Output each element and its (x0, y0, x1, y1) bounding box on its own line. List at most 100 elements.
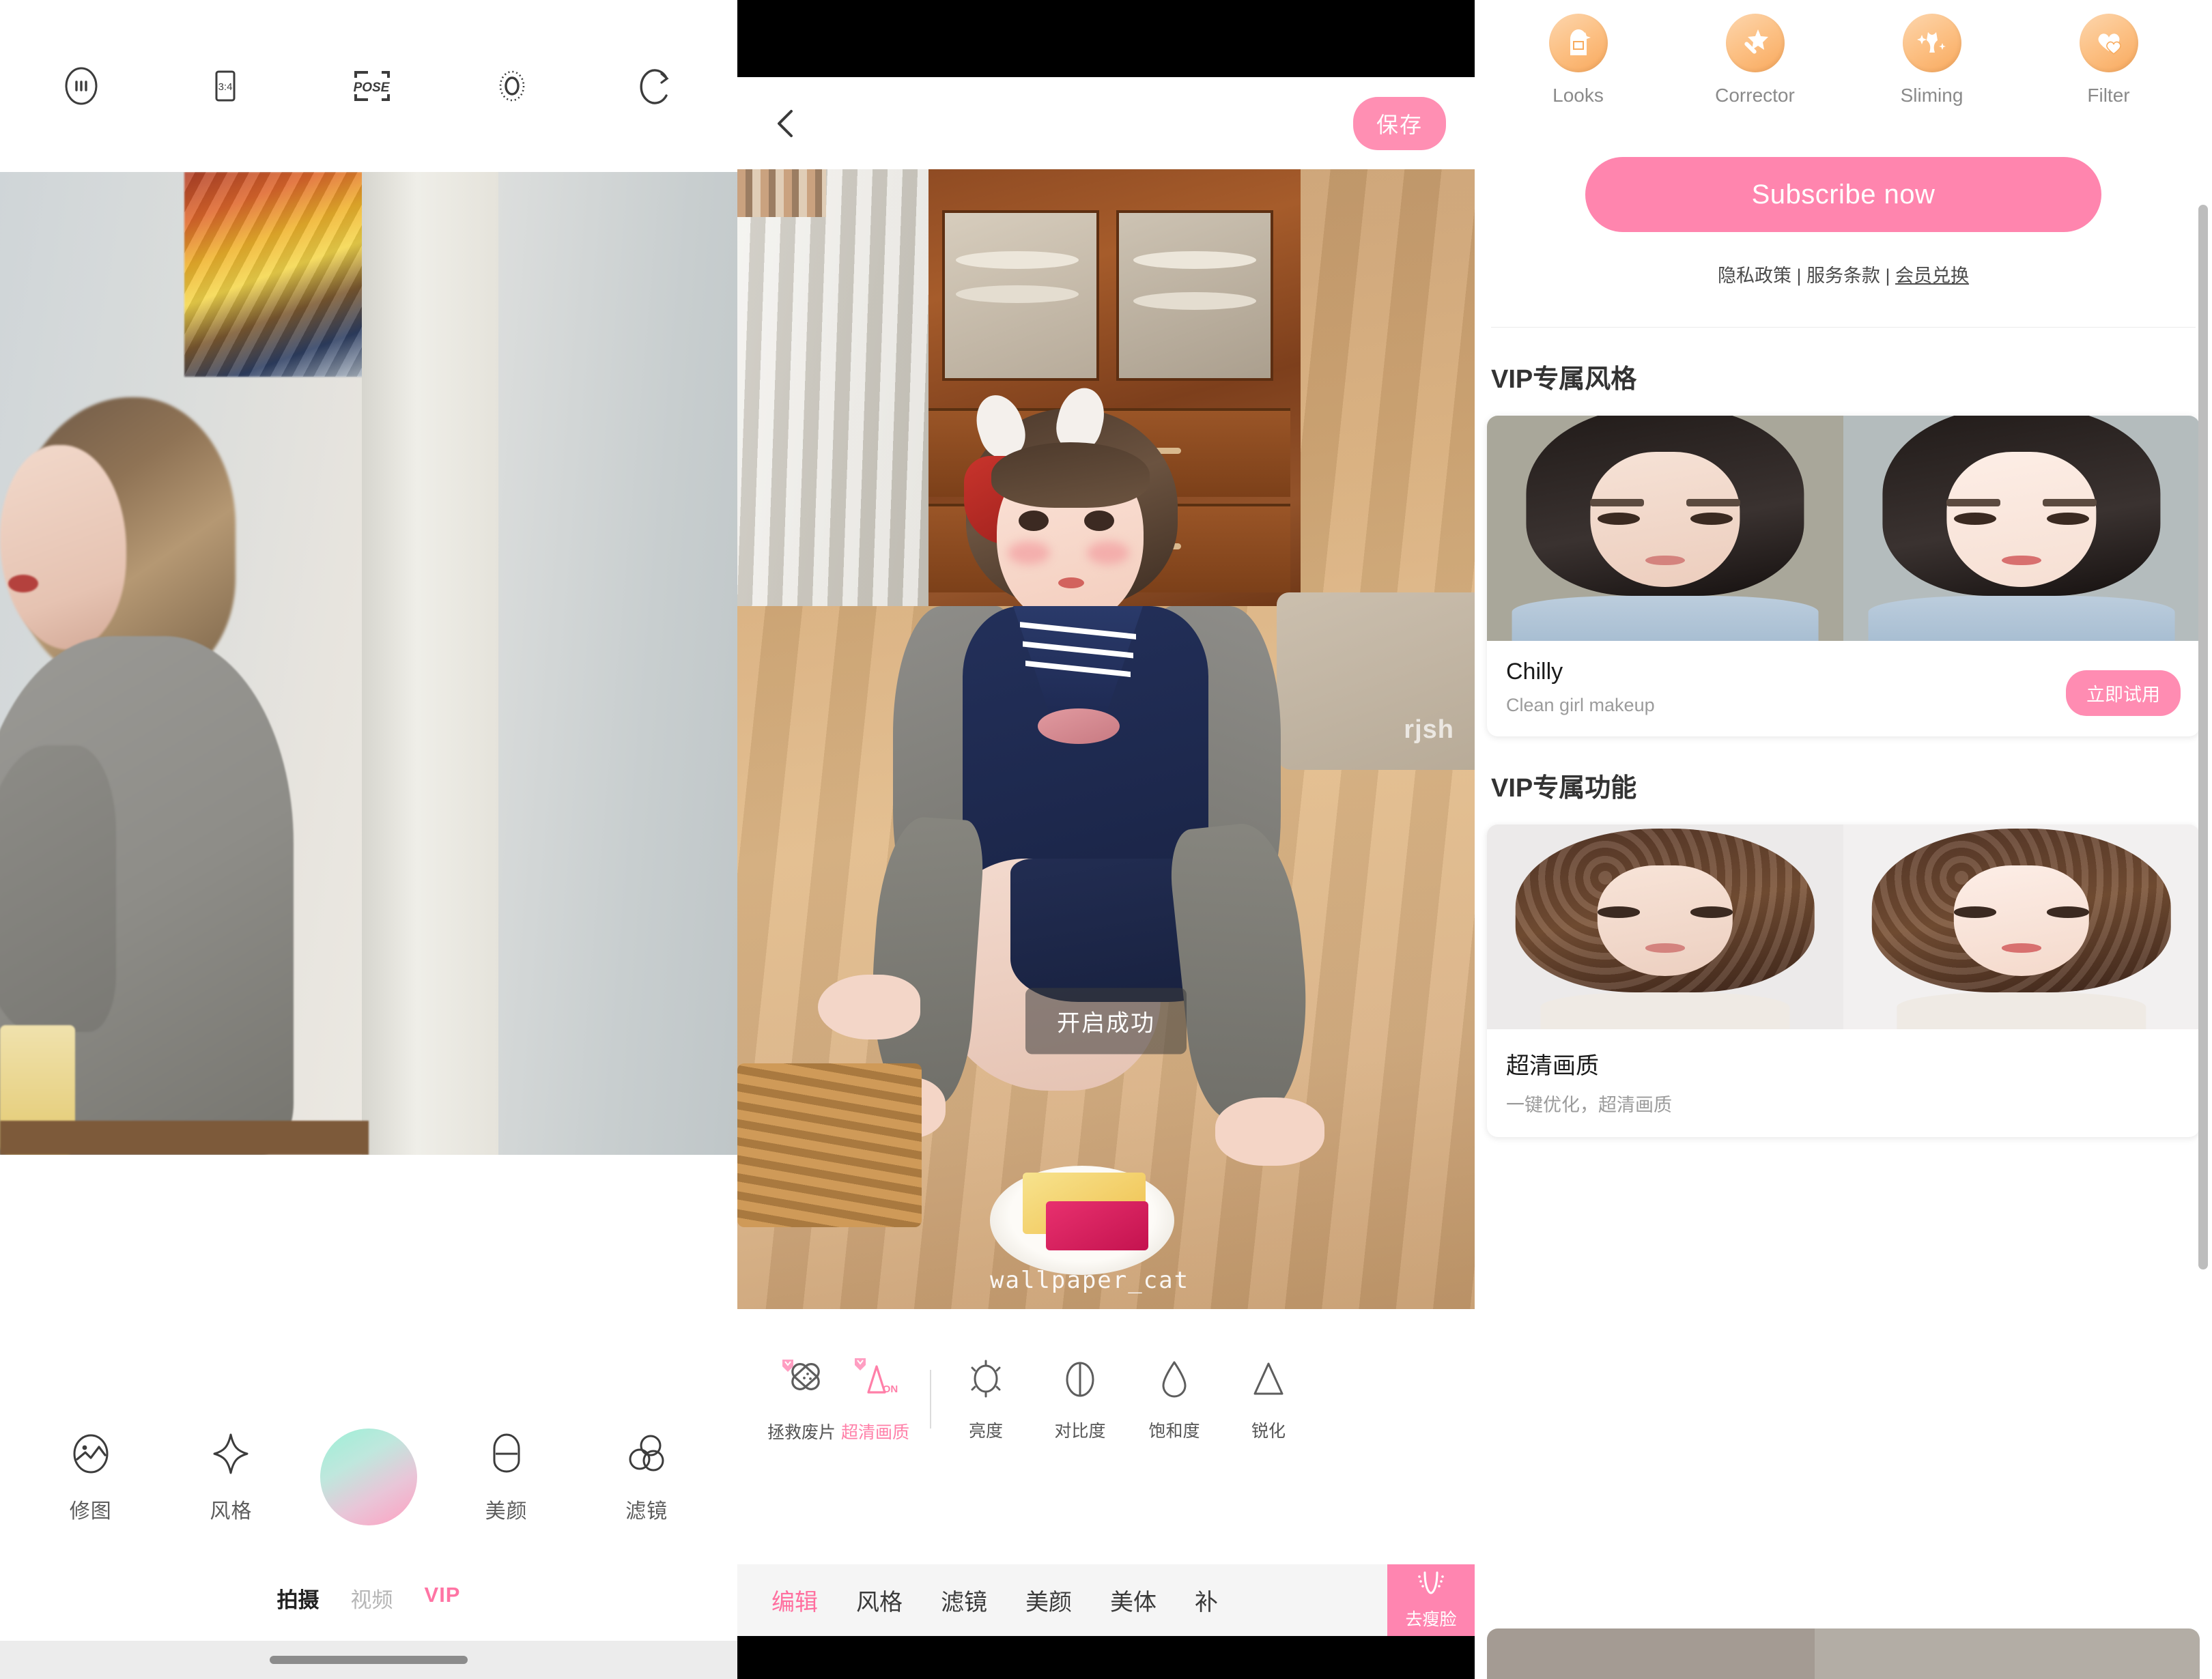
adjust-label: 超清画质 (841, 1419, 909, 1444)
feature-card-subtitle: 一键优化，超清画质 (1506, 1090, 2181, 1117)
hd-on-vip-icon: ON (849, 1355, 901, 1407)
photo-books (737, 169, 826, 217)
adjust-sharpen[interactable]: 锐化 (1232, 1357, 1305, 1442)
filter-strength-icon[interactable] (55, 59, 108, 113)
camera-tool-filter[interactable]: 滤镜 (595, 1431, 698, 1524)
brightness-icon (963, 1357, 1009, 1405)
photo-subject-blush-right (1087, 541, 1129, 564)
screenshot-root: 3:4 POSE (0, 0, 2212, 1679)
flip-camera-icon[interactable] (629, 59, 683, 113)
terms-of-service-link[interactable]: 服务条款 (1806, 266, 1880, 286)
home-indicator[interactable] (270, 1656, 468, 1664)
slim-face-icon (1411, 1570, 1451, 1602)
camera-viewfinder[interactable] (0, 172, 737, 1155)
vip-feature-label: Looks (1552, 85, 1604, 106)
photo-curtain-folds (737, 169, 928, 606)
camera-mode-photo[interactable]: 拍摄 (277, 1583, 320, 1613)
vip-features-section-title: VIP专属功能 (1475, 736, 2212, 804)
editor-photo-canvas[interactable]: rjsh wallpaper_cat 开启成功 (737, 169, 1475, 1309)
photo-watermark-bottom: wallpaper_cat (990, 1267, 1189, 1294)
adjust-saturation[interactable]: 饱和度 (1137, 1357, 1211, 1442)
photo-subject-hand-right (1215, 1097, 1324, 1166)
vip-feature-label: Corrector (1715, 85, 1795, 106)
photo-subject-bangs (991, 442, 1150, 508)
feature-card-body: 超清画质 一键优化，超清画质 (1487, 1029, 2200, 1137)
photo-subject-mouth (1058, 577, 1084, 588)
camera-mode-video[interactable]: 视频 (351, 1583, 393, 1613)
bandage-vip-icon (776, 1355, 827, 1407)
camera-mode-vip[interactable]: VIP (425, 1583, 461, 1613)
editor-bottom-black-bar (737, 1636, 1475, 1679)
beauty-icon (483, 1431, 530, 1480)
photo-subject-eye-left (1019, 511, 1049, 531)
photo-plate (956, 251, 1079, 269)
editor-panel: 保存 (737, 0, 1475, 1679)
tab-filter[interactable]: 滤镜 (941, 1583, 987, 1617)
tab-style[interactable]: 风格 (856, 1583, 903, 1617)
toast-message: 开启成功 (1025, 988, 1187, 1054)
adjust-rescue-photo[interactable]: 拯救废片 (765, 1355, 838, 1444)
photo-wicker-basket (737, 1063, 922, 1227)
svg-text:POSE: POSE (354, 81, 391, 95)
photo-plate (1133, 292, 1256, 310)
camera-tool-retouch[interactable]: 修图 (40, 1431, 142, 1524)
vip-feature-card[interactable]: 超清画质 一键优化，超清画质 (1487, 824, 2200, 1137)
camera-tool-beauty[interactable]: 美颜 (455, 1431, 558, 1524)
save-button[interactable]: 保存 (1353, 97, 1446, 150)
viewfinder-subject-arm (0, 745, 116, 1032)
camera-mode-switcher: 拍摄 视频 VIP (0, 1583, 737, 1613)
photo-plate (956, 285, 1079, 303)
adjust-divider (930, 1370, 931, 1429)
adjust-contrast[interactable]: 对比度 (1043, 1357, 1117, 1442)
feature-after-image (1843, 824, 2200, 1029)
aspect-ratio-icon[interactable]: 3:4 (199, 59, 252, 113)
viewfinder-pillar (362, 172, 498, 1155)
camera-tool-label: 修图 (70, 1494, 112, 1524)
editor-tab-bar: 编辑 风格 滤镜 美颜 美体 补 (737, 1564, 1475, 1636)
adjust-brightness[interactable]: 亮度 (949, 1357, 1023, 1442)
privacy-policy-link[interactable]: 隐私政策 (1718, 266, 1791, 286)
back-chevron-icon[interactable] (766, 103, 807, 144)
camera-tool-label: 美颜 (485, 1494, 528, 1524)
viewfinder-right-wall (498, 172, 737, 1155)
editor-adjust-row: 拯救废片 ON 超清画质 亮度 (737, 1338, 1475, 1461)
tab-retouch[interactable]: 补 (1195, 1583, 1218, 1617)
membership-redeem-link[interactable]: 会员兑换 (1895, 266, 1969, 286)
legal-separator: | (1791, 266, 1806, 286)
tab-edit[interactable]: 编辑 (771, 1583, 818, 1617)
vip-style-card[interactable]: Chilly Clean girl makeup 立即试用 (1487, 416, 2200, 736)
subscribe-button[interactable]: Subscribe now (1585, 157, 2101, 232)
vip-feature-label: Filter (2087, 85, 2129, 106)
adjust-hd-quality[interactable]: ON 超清画质 (838, 1355, 912, 1444)
camera-tool-label: 滤镜 (625, 1494, 668, 1524)
viewfinder-table (0, 1121, 369, 1155)
saturation-drop-icon (1151, 1357, 1197, 1405)
adjust-label: 锐化 (1251, 1418, 1286, 1442)
camera-tool-style[interactable]: 风格 (180, 1431, 282, 1524)
home-indicator-area (0, 1641, 737, 1679)
next-card-peek[interactable] (1487, 1628, 2200, 1679)
vip-feature-filter[interactable]: Filter (2047, 14, 2170, 106)
try-now-button[interactable]: 立即试用 (2066, 670, 2181, 716)
editor-top-black-bar (737, 0, 1475, 77)
tab-beauty[interactable]: 美颜 (1025, 1583, 1072, 1617)
legal-separator: | (1880, 266, 1895, 286)
vip-feature-corrector[interactable]: Corrector (1694, 14, 1817, 106)
vertical-scrollbar[interactable] (2198, 205, 2208, 1269)
shutter-button[interactable] (320, 1429, 417, 1525)
vip-feature-looks[interactable]: Looks (1517, 14, 1640, 106)
flash-icon[interactable] (485, 59, 539, 113)
pose-icon[interactable]: POSE (342, 59, 395, 113)
contrast-icon (1057, 1357, 1103, 1405)
tab-body[interactable]: 美体 (1110, 1583, 1157, 1617)
style-card-preview (1487, 416, 2200, 641)
vip-feature-sliming[interactable]: Sliming (1871, 14, 1994, 106)
editor-top-toolbar: 保存 (737, 77, 1475, 169)
style-after-image (1843, 416, 2200, 641)
adjust-label: 亮度 (969, 1418, 1003, 1442)
retouch-icon (68, 1431, 114, 1480)
filter-hearts-icon (2080, 14, 2138, 72)
viewfinder-subject-lips (8, 575, 38, 592)
slim-face-button[interactable]: 去瘦脸 (1387, 1564, 1475, 1636)
vip-panel: Looks Corrector Sliming Filter (1475, 0, 2212, 1679)
